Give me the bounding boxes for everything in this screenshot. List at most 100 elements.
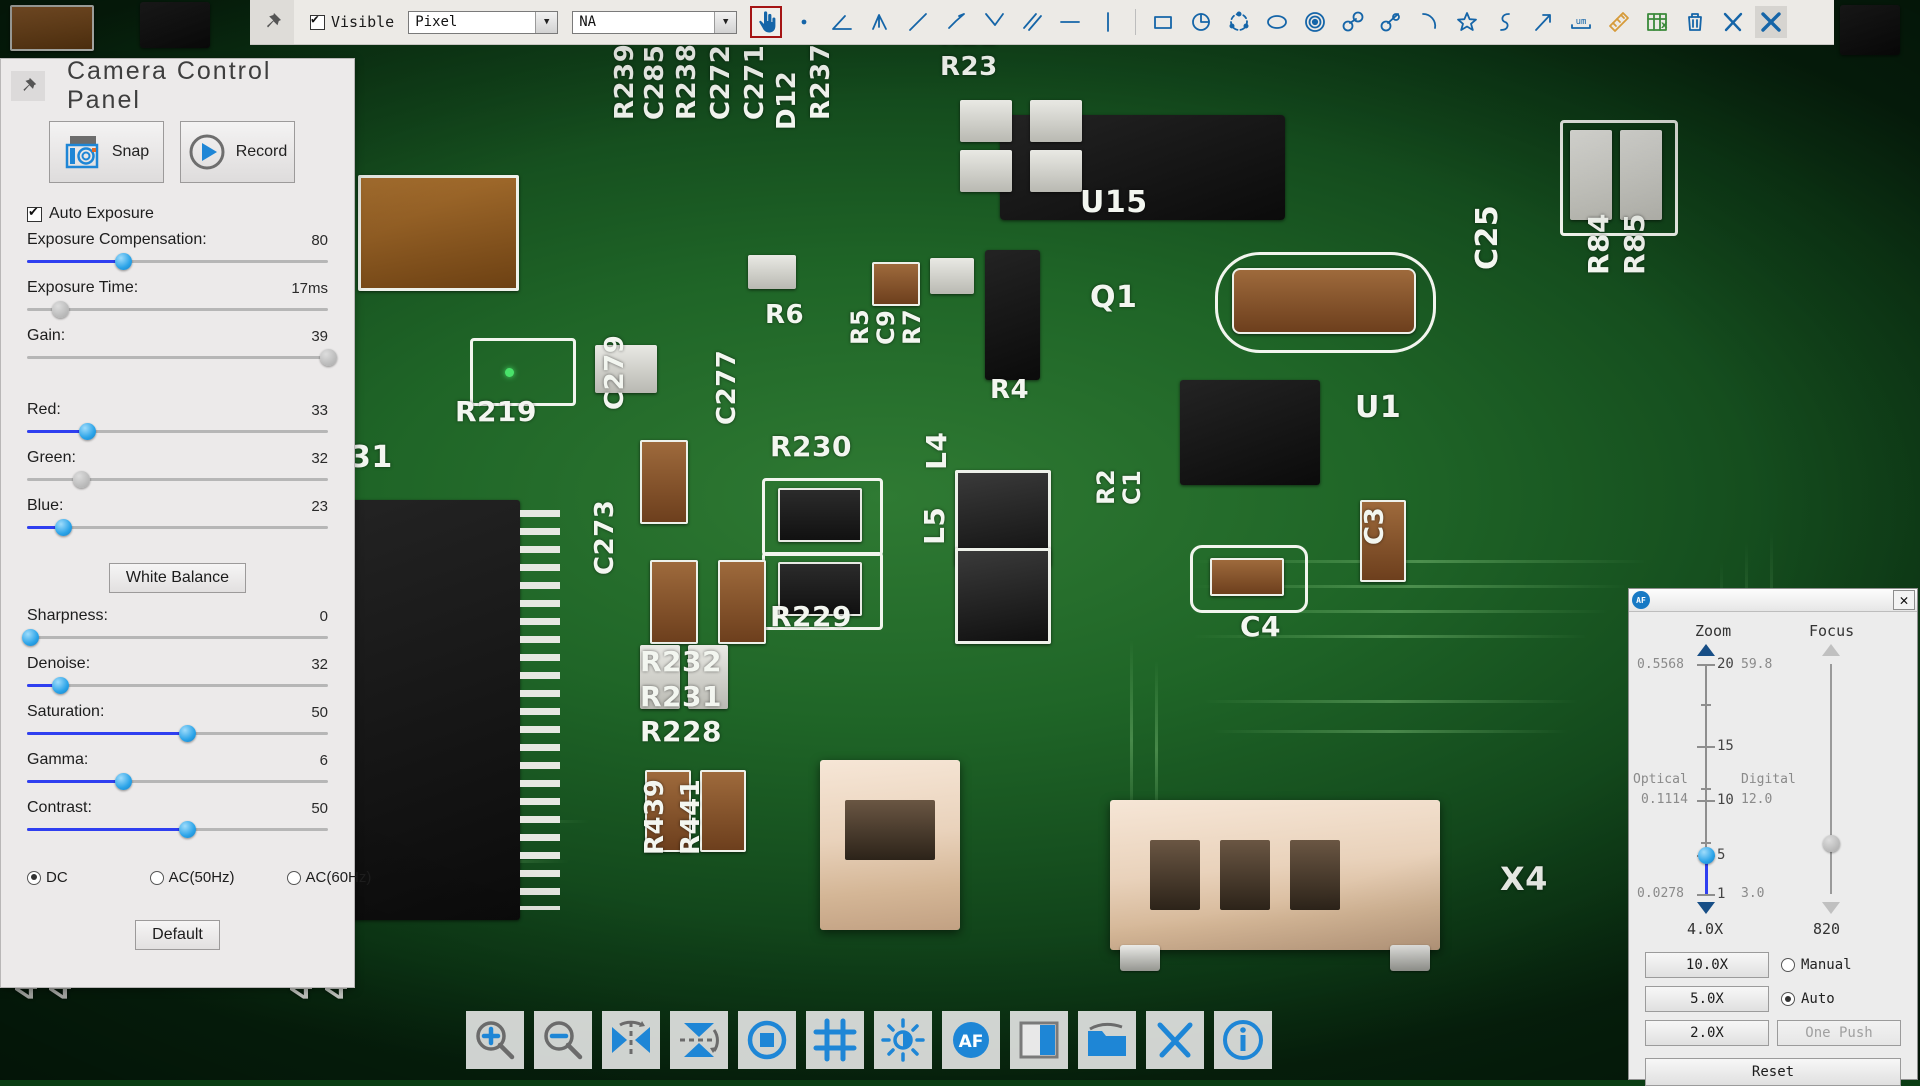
camera-control-panel[interactable]: Camera Control Panel Snap Record Auto Ex… bbox=[0, 58, 355, 988]
slider-knob-exposure-compensation[interactable] bbox=[115, 253, 132, 270]
visible-checkbox[interactable]: Visible bbox=[310, 13, 394, 31]
slider-denoise[interactable]: Denoise:32 bbox=[27, 655, 328, 695]
autofocus-icon[interactable]: AF bbox=[942, 1011, 1000, 1069]
capture-target-icon[interactable] bbox=[738, 1011, 796, 1069]
view-toolbar[interactable]: AF bbox=[466, 1006, 1456, 1074]
close-icon[interactable]: ✕ bbox=[1893, 590, 1915, 610]
radio-dot-ac50[interactable] bbox=[150, 871, 164, 885]
vertical-line-tool[interactable] bbox=[1092, 6, 1124, 38]
zoom-preset-10x-button[interactable]: 10.0X bbox=[1645, 952, 1769, 978]
arc-sector-tool[interactable] bbox=[1185, 6, 1217, 38]
power-frequency-dc[interactable]: DC bbox=[27, 869, 68, 886]
point-tool[interactable] bbox=[788, 6, 820, 38]
slider-red[interactable]: Red:33 bbox=[27, 401, 328, 441]
slider-knob-exposure-time[interactable] bbox=[52, 301, 69, 318]
scalebar-tool[interactable]: um bbox=[1565, 6, 1597, 38]
white-balance-button[interactable]: White Balance bbox=[109, 563, 246, 593]
chevron-down-icon[interactable]: ▼ bbox=[535, 12, 557, 33]
measurement-toolbar[interactable]: Visible Pixel ▼ NA ▼ um x bbox=[250, 0, 1834, 45]
info-icon[interactable] bbox=[1214, 1011, 1272, 1069]
slider-green[interactable]: Green:32 bbox=[27, 449, 328, 489]
slider-exposure-time[interactable]: Exposure Time:17ms bbox=[27, 279, 328, 319]
zoom-in-icon[interactable] bbox=[466, 1011, 524, 1069]
slider-track-blue[interactable] bbox=[27, 517, 328, 537]
slider-knob-contrast[interactable] bbox=[179, 821, 196, 838]
slider-knob-sharpness[interactable] bbox=[22, 629, 39, 646]
chevron-down-icon[interactable]: ▼ bbox=[714, 12, 736, 33]
brightness-icon[interactable] bbox=[874, 1011, 932, 1069]
unit-select[interactable]: Pixel ▼ bbox=[408, 11, 558, 34]
pin-icon[interactable] bbox=[11, 71, 45, 101]
two-line-angle-tool[interactable] bbox=[978, 6, 1010, 38]
power-frequency-radio-group[interactable]: DCAC(50Hz)AC(60Hz) bbox=[27, 869, 354, 886]
grid-overlay-icon[interactable] bbox=[806, 1011, 864, 1069]
delete-measurement-icon[interactable] bbox=[1679, 6, 1711, 38]
arc-tool[interactable] bbox=[1413, 6, 1445, 38]
calibration-ruler-icon[interactable] bbox=[1603, 6, 1635, 38]
slider-sharpness[interactable]: Sharpness:0 bbox=[27, 607, 328, 647]
slider-track-green[interactable] bbox=[27, 469, 328, 489]
focus-mode-auto-radio-dot[interactable] bbox=[1781, 992, 1795, 1006]
arrow-tool[interactable] bbox=[1527, 6, 1559, 38]
zoom-up-arrow[interactable] bbox=[1697, 644, 1715, 656]
power-frequency-ac60[interactable]: AC(60Hz) bbox=[287, 869, 372, 886]
zoom-preset-5x-button[interactable]: 5.0X bbox=[1645, 986, 1769, 1012]
slider-knob-gain[interactable] bbox=[320, 349, 337, 366]
focus-mode-manual-radio[interactable]: Manual bbox=[1781, 957, 1852, 973]
slider-knob-green[interactable] bbox=[73, 471, 90, 488]
slider-knob-gamma[interactable] bbox=[115, 773, 132, 790]
zoom-preset-2x-button[interactable]: 2.0X bbox=[1645, 1020, 1769, 1046]
slider-knob-denoise[interactable] bbox=[52, 677, 69, 694]
polyline-tool[interactable] bbox=[940, 6, 972, 38]
calibration-select[interactable]: NA ▼ bbox=[572, 11, 737, 34]
flip-vertical-icon[interactable] bbox=[670, 1011, 728, 1069]
angle-tool[interactable] bbox=[826, 6, 858, 38]
slider-knob-red[interactable] bbox=[79, 423, 96, 440]
slider-track-exposure-compensation[interactable] bbox=[27, 251, 328, 271]
zoom-slider-knob[interactable] bbox=[1698, 847, 1715, 864]
slider-knob-blue[interactable] bbox=[55, 519, 72, 536]
circle-three-point-tool[interactable] bbox=[1223, 6, 1255, 38]
compare-split-icon[interactable] bbox=[1010, 1011, 1068, 1069]
visible-checkbox-box[interactable] bbox=[310, 15, 325, 30]
auto-exposure-checkbox[interactable]: Auto Exposure bbox=[27, 205, 354, 223]
slider-track-exposure-time[interactable] bbox=[27, 299, 328, 319]
annulus-tool[interactable] bbox=[1299, 6, 1331, 38]
snap-button[interactable]: Snap bbox=[49, 121, 164, 183]
parallel-lines-tool[interactable] bbox=[1016, 6, 1048, 38]
radio-dot-dc[interactable] bbox=[27, 871, 41, 885]
slider-track-denoise[interactable] bbox=[27, 675, 328, 695]
reset-button[interactable]: Reset bbox=[1645, 1058, 1901, 1086]
pin-icon[interactable] bbox=[250, 0, 294, 44]
slider-exposure-compensation[interactable]: Exposure Compensation:80 bbox=[27, 231, 328, 271]
slider-blue[interactable]: Blue:23 bbox=[27, 497, 328, 537]
radio-dot-ac60[interactable] bbox=[287, 871, 301, 885]
close-measurement-toolbar-icon[interactable] bbox=[1755, 6, 1787, 38]
power-frequency-ac50[interactable]: AC(50Hz) bbox=[150, 869, 235, 886]
line-tool[interactable] bbox=[902, 6, 934, 38]
slider-contrast[interactable]: Contrast:50 bbox=[27, 799, 328, 839]
focus-mode-auto-radio[interactable]: Auto bbox=[1781, 991, 1835, 1007]
focus-slider-knob[interactable] bbox=[1823, 835, 1840, 852]
zoom-down-arrow[interactable] bbox=[1697, 902, 1715, 914]
open-folder-icon[interactable] bbox=[1078, 1011, 1136, 1069]
two-circle-distance-tool[interactable] bbox=[1337, 6, 1369, 38]
slider-gain[interactable]: Gain:39 bbox=[27, 327, 328, 367]
slider-track-contrast[interactable] bbox=[27, 819, 328, 839]
rectangle-tool[interactable] bbox=[1147, 6, 1179, 38]
polygon-tool[interactable] bbox=[1451, 6, 1483, 38]
slider-saturation[interactable]: Saturation:50 bbox=[27, 703, 328, 743]
three-point-angle-tool[interactable] bbox=[864, 6, 896, 38]
focus-down-arrow[interactable] bbox=[1822, 902, 1840, 914]
settings-tools-icon[interactable] bbox=[1146, 1011, 1204, 1069]
slider-track-gamma[interactable] bbox=[27, 771, 328, 791]
one-push-button[interactable]: One Push bbox=[1777, 1020, 1901, 1046]
circle-line-distance-tool[interactable] bbox=[1375, 6, 1407, 38]
slider-track-gain[interactable] bbox=[27, 347, 328, 367]
ellipse-tool[interactable] bbox=[1261, 6, 1293, 38]
zoom-focus-panel[interactable]: AF ✕ Zoom Focus 20 15 10 5 1 0.5568 Opti… bbox=[1628, 588, 1918, 1080]
record-button[interactable]: Record bbox=[180, 121, 295, 183]
slider-track-red[interactable] bbox=[27, 421, 328, 441]
curve-tool[interactable] bbox=[1489, 6, 1521, 38]
export-excel-icon[interactable]: x bbox=[1641, 6, 1673, 38]
